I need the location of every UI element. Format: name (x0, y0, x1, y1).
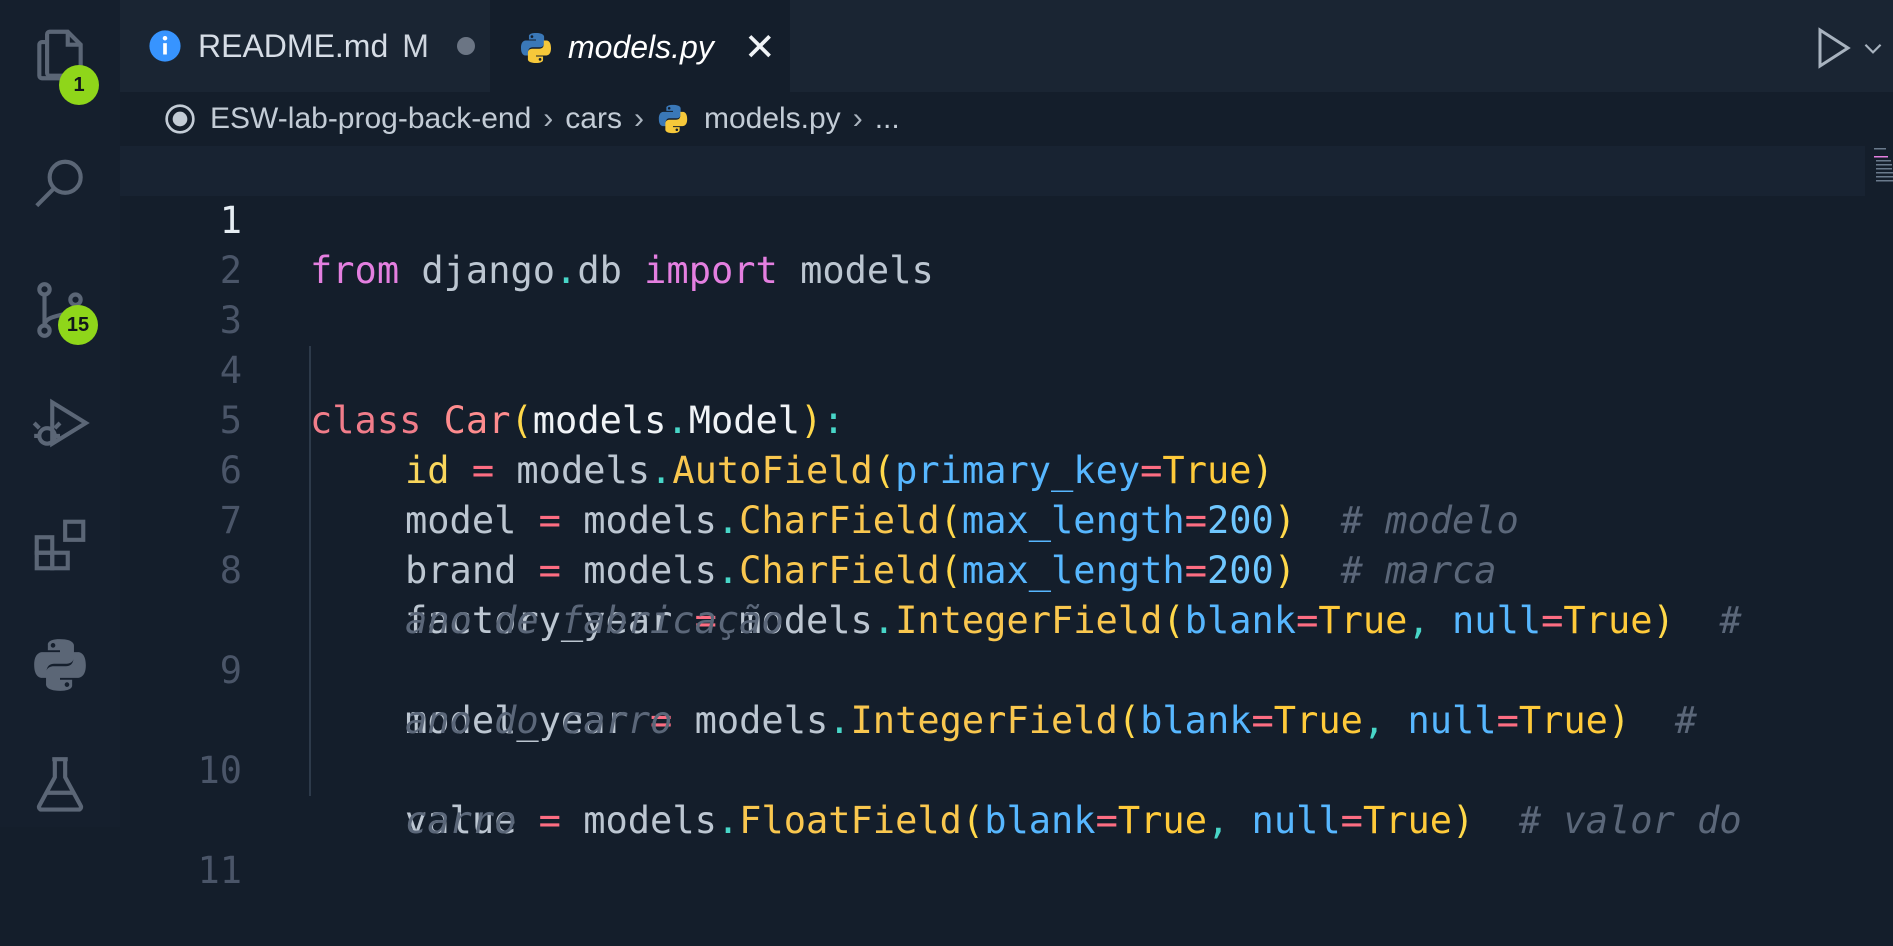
explorer-badge: 1 (59, 65, 99, 105)
tab-models[interactable]: models.py ✕ (490, 0, 790, 92)
chevron-right-icon: › (543, 102, 554, 135)
code-line-wrap[interactable]: carro (120, 746, 1865, 842)
tab-readme-label: README.md (198, 27, 389, 64)
code-line[interactable]: 8 factory_year = models.IntegerField(bla… (120, 496, 1865, 642)
search-icon[interactable] (0, 140, 120, 230)
code-line[interactable]: 10 value = models.FloatField(blank=True,… (120, 696, 1865, 842)
activity-bar: 1 15 (0, 0, 120, 827)
breadcrumb-root[interactable]: ESW-lab-prog-back-end (210, 102, 531, 136)
chevron-right-icon: › (852, 102, 863, 135)
tab-readme[interactable]: README.md M (120, 0, 490, 92)
source-control-icon[interactable] (0, 265, 120, 355)
info-icon (148, 29, 182, 63)
testing-icon[interactable] (0, 740, 120, 830)
code-line[interactable]: 5 id = models.AutoField(primary_key=True… (120, 346, 1865, 492)
breadcrumb-file[interactable]: models.py (704, 102, 841, 136)
code-line-wrap[interactable]: ano de fabricação (120, 546, 1865, 642)
source-control-badge: 15 (58, 305, 98, 345)
tab-bar: README.md M models.py ✕ (120, 0, 1893, 92)
unsaved-dot-icon[interactable] (456, 37, 475, 55)
code-line[interactable]: 9 model_year = models.IntegerField(blank… (120, 596, 1865, 742)
chevron-right-icon: › (633, 102, 644, 135)
modified-indicator: M (402, 27, 429, 64)
python-file-icon (518, 30, 554, 66)
close-icon[interactable]: ✕ (744, 29, 776, 67)
extensions-icon[interactable] (0, 500, 120, 590)
run-debug-icon[interactable] (0, 378, 120, 468)
chevron-down-icon[interactable] (1860, 30, 1886, 66)
code-line[interactable]: 4 class Car(models.Model): (120, 296, 1865, 442)
code-editor[interactable]: 1 from django.db import models 2 3 4 cla… (120, 146, 1893, 892)
code-line[interactable]: 11 (120, 796, 1865, 892)
code-line[interactable]: 3 (120, 246, 1865, 342)
code-line[interactable]: 1 from django.db import models (120, 146, 1865, 292)
code-line[interactable]: 6 model = models.CharField(max_length=20… (120, 396, 1865, 542)
workspace-icon (164, 103, 196, 135)
python-icon[interactable] (0, 620, 120, 710)
code-line[interactable]: 7 brand = models.CharField(max_length=20… (120, 446, 1865, 592)
breadcrumb: ESW-lab-prog-back-end › cars › models.py… (120, 92, 1893, 146)
python-file-icon (656, 102, 690, 136)
breadcrumb-more[interactable]: ... (875, 102, 900, 136)
tab-models-label: models.py (568, 29, 714, 65)
code-line[interactable]: 2 (120, 196, 1865, 292)
code-line-wrap[interactable]: ano do carro (120, 646, 1865, 742)
line-number: 11 (197, 849, 242, 892)
breadcrumb-folder[interactable]: cars (565, 102, 622, 136)
run-icon[interactable] (1808, 24, 1856, 72)
minimap[interactable] (1872, 146, 1893, 206)
